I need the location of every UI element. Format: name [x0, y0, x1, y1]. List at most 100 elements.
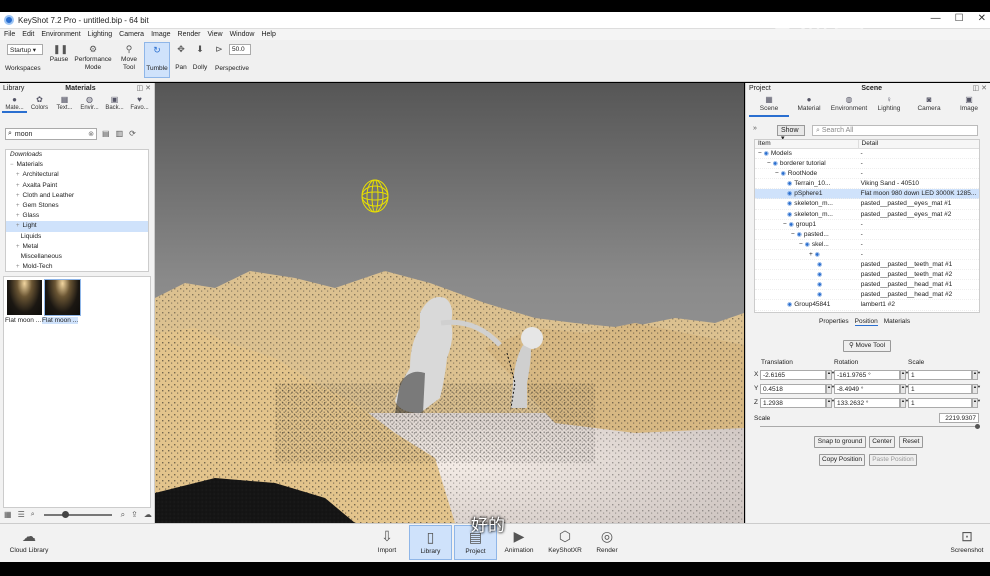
folder-icon[interactable]: ▤: [102, 129, 110, 138]
paste-position-button[interactable]: Paste Position: [869, 454, 917, 466]
eye-icon[interactable]: ◉: [789, 222, 794, 228]
perspective-button[interactable]: Perspective: [213, 65, 251, 73]
move-tool-button[interactable]: ⚲ Move Tool: [843, 340, 891, 352]
translation-z-spinner[interactable]: ▲▼: [826, 398, 835, 408]
tab-position[interactable]: Position: [854, 318, 878, 326]
eye-icon[interactable]: ◉: [805, 242, 810, 248]
scene-search-input[interactable]: ⌕ Search All: [812, 125, 978, 136]
refresh-icon[interactable]: ⟳: [129, 129, 136, 138]
dolly-button[interactable]: ⬇ Dolly: [191, 44, 209, 72]
tab-colors[interactable]: ✿ Colors: [27, 95, 52, 113]
tab-lighting[interactable]: ♀ Lighting: [869, 95, 909, 117]
scale-y-spinner[interactable]: ▲▼: [972, 384, 981, 394]
panel-close-icon[interactable]: ◫ ✕: [973, 84, 987, 92]
rotation-z-spinner[interactable]: ▲▼: [900, 398, 909, 408]
workspaces-button[interactable]: Workspaces: [5, 65, 41, 73]
menu-lighting[interactable]: Lighting: [88, 31, 113, 38]
rotation-y-input[interactable]: -8.4949 °: [834, 384, 900, 394]
tab-favorites[interactable]: ♥ Favo...: [127, 95, 152, 113]
eye-icon[interactable]: ◉: [764, 151, 769, 157]
render-viewport[interactable]: [155, 83, 744, 523]
translation-y-input[interactable]: 0.4518: [760, 384, 826, 394]
show-dropdown[interactable]: Show ▾: [777, 125, 805, 142]
workspace-select[interactable]: Startup ▾: [7, 44, 43, 55]
tab-scene[interactable]: ▦ Scene: [749, 95, 789, 117]
tree-row[interactable]: ◉ pasted__pasted__teeth_mat #1: [755, 260, 979, 271]
eye-icon[interactable]: ◉: [787, 302, 792, 308]
tree-row[interactable]: − ◉ skel... -: [755, 240, 979, 250]
tree-item[interactable]: + Cloth and Leather: [6, 191, 148, 201]
library-search[interactable]: ⌕ moon ⊗: [5, 128, 97, 140]
import-button[interactable]: ⇩ Import: [372, 528, 402, 554]
tree-row[interactable]: − ◉ group1-: [755, 220, 979, 230]
eye-icon[interactable]: ◉: [781, 171, 786, 177]
menu-camera[interactable]: Camera: [119, 31, 144, 38]
rotation-z-input[interactable]: 133.2632 °: [834, 398, 900, 408]
tree-row[interactable]: + ◉ -: [755, 250, 979, 261]
tree-row[interactable]: ◉ Terrain_10... Viking Sand - 40510: [755, 179, 979, 190]
pause-button[interactable]: ❚❚ Pause: [49, 44, 69, 64]
menu-environment[interactable]: Environment: [41, 31, 80, 38]
tree-item[interactable]: Miscellaneous: [6, 252, 148, 262]
list-view-icon[interactable]: ☰: [18, 510, 25, 519]
eye-icon[interactable]: ◉: [773, 161, 778, 167]
scale-z-input[interactable]: 1: [908, 398, 972, 408]
snap-to-ground-button[interactable]: Snap to ground: [814, 436, 866, 448]
animation-button[interactable]: ▶ Animation: [502, 528, 536, 554]
rotation-y-spinner[interactable]: ▲▼: [900, 384, 909, 394]
tree-row[interactable]: − ◉ borderer tutorial -: [755, 159, 979, 170]
uniform-scale-input[interactable]: 2219.9307: [939, 413, 979, 423]
scale-x-input[interactable]: 1: [908, 370, 972, 380]
menu-view[interactable]: View: [208, 31, 223, 38]
tree-row[interactable]: − ◉ pasted... -: [755, 230, 979, 240]
keyshotxr-button[interactable]: ⬡ KeyShotXR: [545, 528, 585, 554]
material-thumbnail[interactable]: [44, 279, 81, 316]
scale-x-spinner[interactable]: ▲▼: [972, 370, 981, 380]
minimize-button[interactable]: —: [931, 13, 941, 24]
fov-input[interactable]: 50.0: [229, 44, 251, 55]
performance-mode-button[interactable]: ⚙ Performance Mode: [72, 44, 114, 72]
tree-item[interactable]: + Axalta Paint: [6, 181, 148, 191]
tab-camera[interactable]: ◙ Camera: [909, 95, 949, 117]
tab-material[interactable]: ● Material: [789, 95, 829, 117]
tree-row[interactable]: − ◉ Models -: [755, 149, 979, 160]
pan-button[interactable]: ✥ Pan: [173, 44, 189, 72]
tree-row[interactable]: − ◉ RootNode -: [755, 169, 979, 180]
center-button[interactable]: Center: [869, 436, 895, 448]
cloud-library-button[interactable]: ☁ Cloud Library: [8, 528, 50, 554]
tab-environments[interactable]: ◍ Envir...: [77, 95, 102, 113]
scale-slider[interactable]: [760, 426, 978, 427]
tree-row[interactable]: ◉ pasted__pasted__head_mat #2: [755, 290, 979, 301]
tree-item[interactable]: + Glass: [6, 211, 148, 221]
tree-row[interactable]: ◉ skeleton_m... pasted__pasted__eyes_mat #…: [755, 199, 979, 210]
eye-icon[interactable]: ◉: [817, 272, 822, 278]
translation-z-input[interactable]: 1.2938: [760, 398, 826, 408]
tree-item[interactable]: Liquids: [6, 232, 148, 242]
cloud-icon[interactable]: ☁: [144, 510, 152, 519]
translation-y-spinner[interactable]: ▲▼: [826, 384, 835, 394]
menu-file[interactable]: File: [4, 31, 15, 38]
tree-item[interactable]: + Architectural: [6, 170, 148, 180]
eye-icon[interactable]: ◉: [817, 282, 822, 288]
folder-add-icon[interactable]: ▥: [116, 129, 124, 138]
eye-icon[interactable]: ◉: [787, 181, 792, 187]
panel-close-icon[interactable]: ◫ ✕: [137, 84, 151, 92]
tab-properties[interactable]: Properties: [819, 318, 849, 326]
tree-item[interactable]: + Mold-Tech: [6, 262, 148, 271]
eye-icon[interactable]: ◉: [815, 252, 820, 258]
fov-icon-button[interactable]: ⊳: [212, 44, 226, 56]
tree-item-materials[interactable]: − Materials: [6, 160, 148, 170]
copy-position-button[interactable]: Copy Position: [819, 454, 865, 466]
upload-icon[interactable]: ⇪: [131, 510, 138, 519]
tab-textures[interactable]: ▦ Text...: [52, 95, 77, 113]
tree-item[interactable]: + Metal: [6, 242, 148, 252]
close-button[interactable]: ✕: [978, 13, 986, 24]
tree-row-selected[interactable]: ◉ pSphere1 Flat moon 980 down LED 3000K 12…: [755, 189, 979, 200]
translation-x-input[interactable]: -2.6165: [760, 370, 826, 380]
tree-row[interactable]: ◉ pasted__pasted__head_mat #1: [755, 280, 979, 291]
menu-window[interactable]: Window: [230, 31, 255, 38]
scale-y-input[interactable]: 1: [908, 384, 972, 394]
slider-handle[interactable]: [62, 511, 69, 518]
eye-icon[interactable]: ◉: [787, 212, 792, 218]
tree-item-downloads[interactable]: Downloads: [6, 150, 148, 160]
